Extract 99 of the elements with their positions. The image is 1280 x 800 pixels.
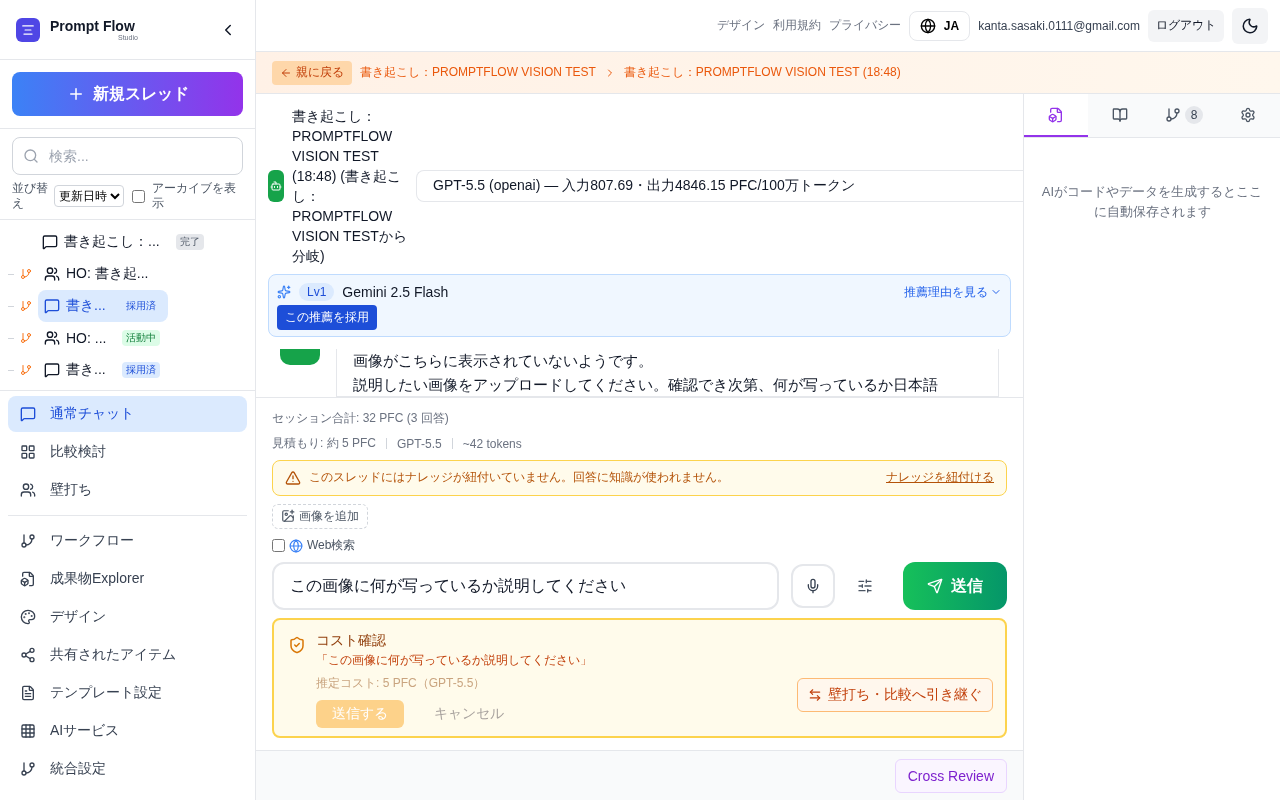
- branch-icon: [20, 300, 32, 312]
- estimate-text: ~42 tokens: [462, 436, 522, 451]
- estimate-text: GPT-5.5: [397, 436, 442, 451]
- web-search-checkbox[interactable]: [272, 539, 285, 552]
- document-icon: [20, 685, 36, 701]
- status-tag: 活動中: [122, 330, 161, 346]
- thread-item[interactable]: 書き... 採用済: [38, 354, 168, 386]
- image-plus-icon: [281, 509, 295, 524]
- handoff-button[interactable]: 壁打ち・比較へ引き継ぐ: [797, 678, 993, 712]
- empty-state-text: AIがコードやデータを生成するとここに自動保存されます: [1040, 183, 1264, 221]
- arrow-left-icon: [280, 66, 292, 79]
- nav-item[interactable]: 共有されたアイテム: [8, 637, 247, 673]
- settings-sliders-button[interactable]: [855, 576, 875, 596]
- logout-button[interactable]: ログアウト: [1148, 9, 1224, 42]
- sort-label: 並び替え: [12, 181, 49, 211]
- web-search-label: Web検索: [307, 537, 356, 554]
- nav-item[interactable]: 通常チャット: [8, 396, 247, 432]
- panel-tab[interactable]: [1024, 94, 1088, 137]
- search-field[interactable]: 検索...: [12, 137, 243, 175]
- palette-icon: [20, 609, 36, 625]
- status-tag: 採用済: [121, 362, 160, 378]
- cost-title: コスト確認: [316, 632, 387, 650]
- branch-icon: [20, 761, 36, 777]
- header-link[interactable]: プライバシー: [828, 17, 901, 34]
- branch-icon: [20, 364, 32, 376]
- branch-icon: [20, 332, 32, 344]
- back-button[interactable]: 親に戻る: [272, 60, 352, 85]
- count-badge: 8: [1184, 105, 1204, 124]
- shield-icon: [288, 636, 306, 654]
- nav-item[interactable]: 比較検討: [8, 434, 247, 470]
- estimate-text: 見積もり: 約 5 PFC: [272, 435, 376, 452]
- moon-icon: [1241, 16, 1259, 35]
- header-link[interactable]: 利用規約: [772, 17, 821, 34]
- nav-item[interactable]: テンプレート設定: [8, 675, 247, 711]
- thread-item[interactable]: 書き起こし：... 完了: [36, 226, 212, 258]
- add-image-button[interactable]: 画像を追加: [272, 503, 368, 529]
- archive-checkbox[interactable]: [131, 189, 145, 203]
- cost-estimate: 推定コスト: 5 PFC（GPT-5.5）: [316, 675, 487, 692]
- users-icon: [44, 330, 60, 346]
- sparkle-icon: [277, 285, 291, 299]
- nav-item[interactable]: デザイン: [8, 599, 247, 635]
- users-icon: [44, 266, 60, 282]
- chat-icon: [44, 362, 60, 378]
- archive-label: アーカイブを表示: [151, 181, 237, 211]
- new-thread-button[interactable]: 新規スレッド: [12, 72, 243, 116]
- microphone-icon: [805, 578, 821, 594]
- cost-quote: 「この画像に何が写っているか説明してください」: [316, 652, 593, 669]
- table-icon: [20, 723, 36, 739]
- branch-icon: [1164, 106, 1181, 123]
- brand-name: Prompt Flow: [50, 18, 135, 34]
- settings-icon: [1240, 106, 1256, 123]
- file-icon: [20, 571, 36, 587]
- cross-review-button[interactable]: Cross Review: [894, 758, 1007, 793]
- chat-icon: [42, 234, 58, 250]
- nav-item[interactable]: 壁打ち: [8, 472, 247, 508]
- nav-item[interactable]: ワークフロー: [8, 523, 247, 559]
- swap-arrows-icon: [808, 688, 822, 702]
- assistant-avatar: [280, 349, 320, 365]
- session-total: セッション合計: 32 PFC (3 回答): [272, 410, 450, 427]
- microphone-button[interactable]: [791, 564, 835, 608]
- adopt-button[interactable]: この推薦を採用: [277, 305, 377, 330]
- level-tag: Lv1: [299, 283, 335, 301]
- thread-item[interactable]: HO: 書き起...: [38, 258, 167, 290]
- recommended-model: Gemini 2.5 Flash: [342, 284, 450, 300]
- link-knowledge-link[interactable]: ナレッジを紐付ける: [886, 469, 994, 487]
- thread-item[interactable]: 書き... 採用済: [38, 290, 168, 322]
- bot-glyph: [270, 180, 282, 192]
- user-email: kanta.sasaki.0111@gmail.com: [978, 18, 1140, 33]
- warning-icon: [285, 469, 301, 486]
- branch-icon: [20, 533, 36, 549]
- reason-link[interactable]: 推薦理由を見る: [904, 283, 1002, 301]
- message-text: 説明したい画像をアップロードしてください。確認でき次第、何が写っているか日本語: [353, 375, 939, 395]
- sort-select[interactable]: 更新日時: [53, 185, 124, 207]
- warning-text: このスレッドにはナレッジが紐付いていません。回答に知識が使われません。: [309, 469, 730, 487]
- theme-toggle-button[interactable]: [1232, 7, 1268, 44]
- thread-item[interactable]: HO: ... 活動中: [38, 322, 169, 354]
- book-icon: [1112, 106, 1128, 123]
- message-input[interactable]: この画像に何が写っているか説明してください: [272, 562, 779, 610]
- status-tag: 完了: [175, 234, 204, 250]
- file-icon: [1048, 106, 1064, 123]
- branch-icon: [20, 268, 32, 280]
- header-link[interactable]: デザイン: [716, 17, 765, 34]
- grid-icon: [20, 444, 36, 460]
- nav-item[interactable]: 統合設定: [8, 751, 247, 787]
- share-icon: [20, 647, 36, 663]
- chat-icon: [20, 406, 36, 422]
- nav-item[interactable]: 成果物Explorer: [8, 561, 247, 597]
- lines-glyph: [21, 22, 35, 37]
- users-icon: [20, 482, 36, 498]
- send-icon: [927, 578, 943, 594]
- globe-icon: [919, 17, 936, 34]
- sliders-icon: [857, 578, 873, 594]
- chat-icon: [44, 298, 60, 314]
- message-text: 画像がこちらに表示されていないようです。: [353, 351, 654, 371]
- model-select[interactable]: GPT-5.5 (openai) — 入力807.69・出力4846.15 PFC/100万トークン: [416, 170, 1023, 202]
- nav-item[interactable]: AIサービス: [8, 713, 247, 749]
- globe-icon: [289, 538, 303, 553]
- thread-title: 書き起こし：PROMPTFLOW VISION TEST (18:48) (書き起こし：PROMPTFLOW VISION TESTから分岐): [292, 107, 408, 266]
- language-button[interactable]: JA: [908, 10, 971, 41]
